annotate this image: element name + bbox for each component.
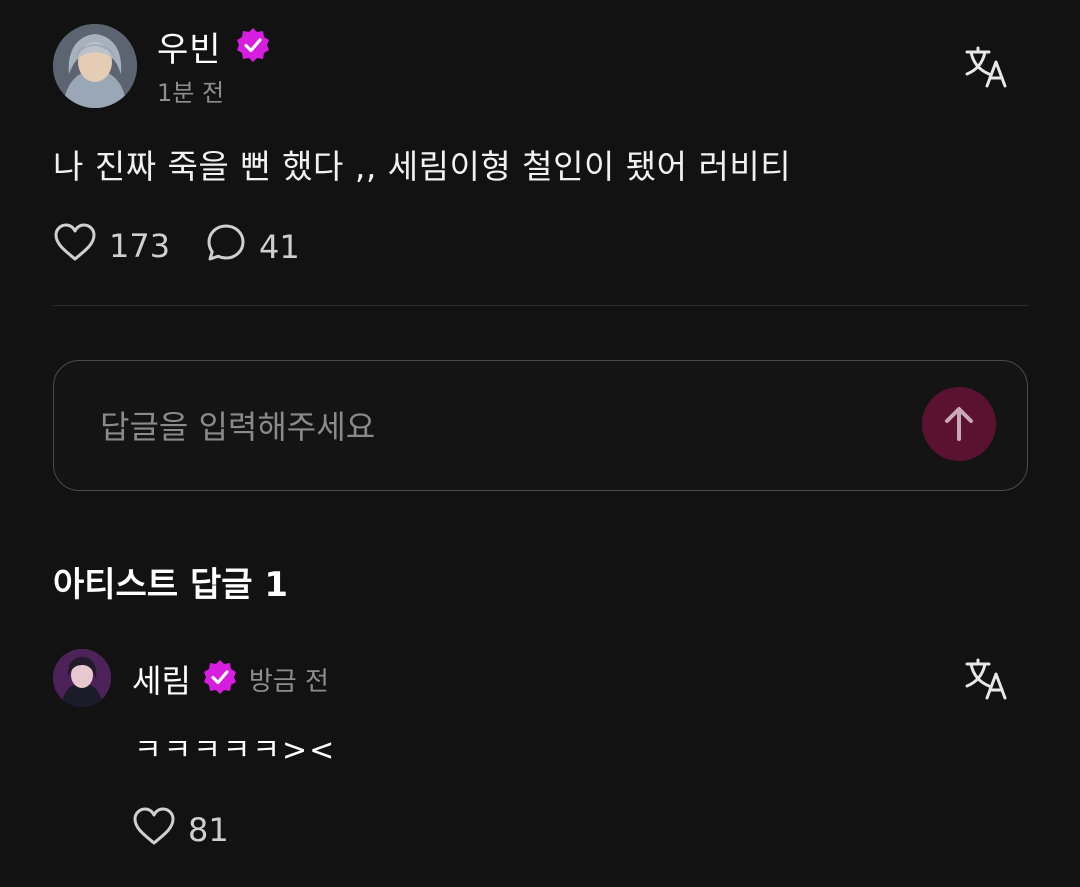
artist-replies-title: 아티스트 답글 1 bbox=[53, 565, 289, 605]
comment-stat[interactable]: 41 bbox=[205, 222, 300, 272]
translate-icon[interactable] bbox=[962, 43, 1010, 91]
reply-like-count: 81 bbox=[188, 811, 229, 849]
reply-time: 방금 전 bbox=[248, 666, 329, 697]
reply-like-stat[interactable]: 81 bbox=[132, 806, 229, 854]
translate-icon[interactable] bbox=[962, 655, 1010, 703]
heart-icon[interactable] bbox=[53, 222, 97, 270]
reply-input[interactable] bbox=[98, 401, 902, 453]
reply-author-avatar[interactable] bbox=[53, 649, 111, 707]
divider bbox=[53, 305, 1028, 306]
comment-count: 41 bbox=[259, 228, 300, 266]
reply-author-name[interactable]: 세림 bbox=[132, 656, 191, 702]
send-button[interactable] bbox=[922, 387, 996, 461]
heart-icon[interactable] bbox=[132, 806, 176, 854]
post-time: 1분 전 bbox=[157, 79, 225, 107]
post-text: 나 진짜 죽을 뻔 했다 ,, 세림이형 철인이 됐어 러비티 bbox=[53, 147, 792, 186]
like-count: 173 bbox=[109, 227, 171, 265]
verified-badge-icon bbox=[234, 26, 272, 68]
author-name[interactable]: 우빈 bbox=[157, 22, 222, 71]
reply-box bbox=[53, 360, 1028, 491]
arrow-up-icon bbox=[945, 407, 973, 441]
author-avatar[interactable] bbox=[53, 24, 137, 108]
like-stat[interactable]: 173 bbox=[53, 222, 170, 270]
comment-icon[interactable] bbox=[205, 222, 247, 272]
verified-badge-icon bbox=[201, 658, 239, 700]
reply-text: ㅋㅋㅋㅋㅋ>< bbox=[134, 733, 337, 768]
